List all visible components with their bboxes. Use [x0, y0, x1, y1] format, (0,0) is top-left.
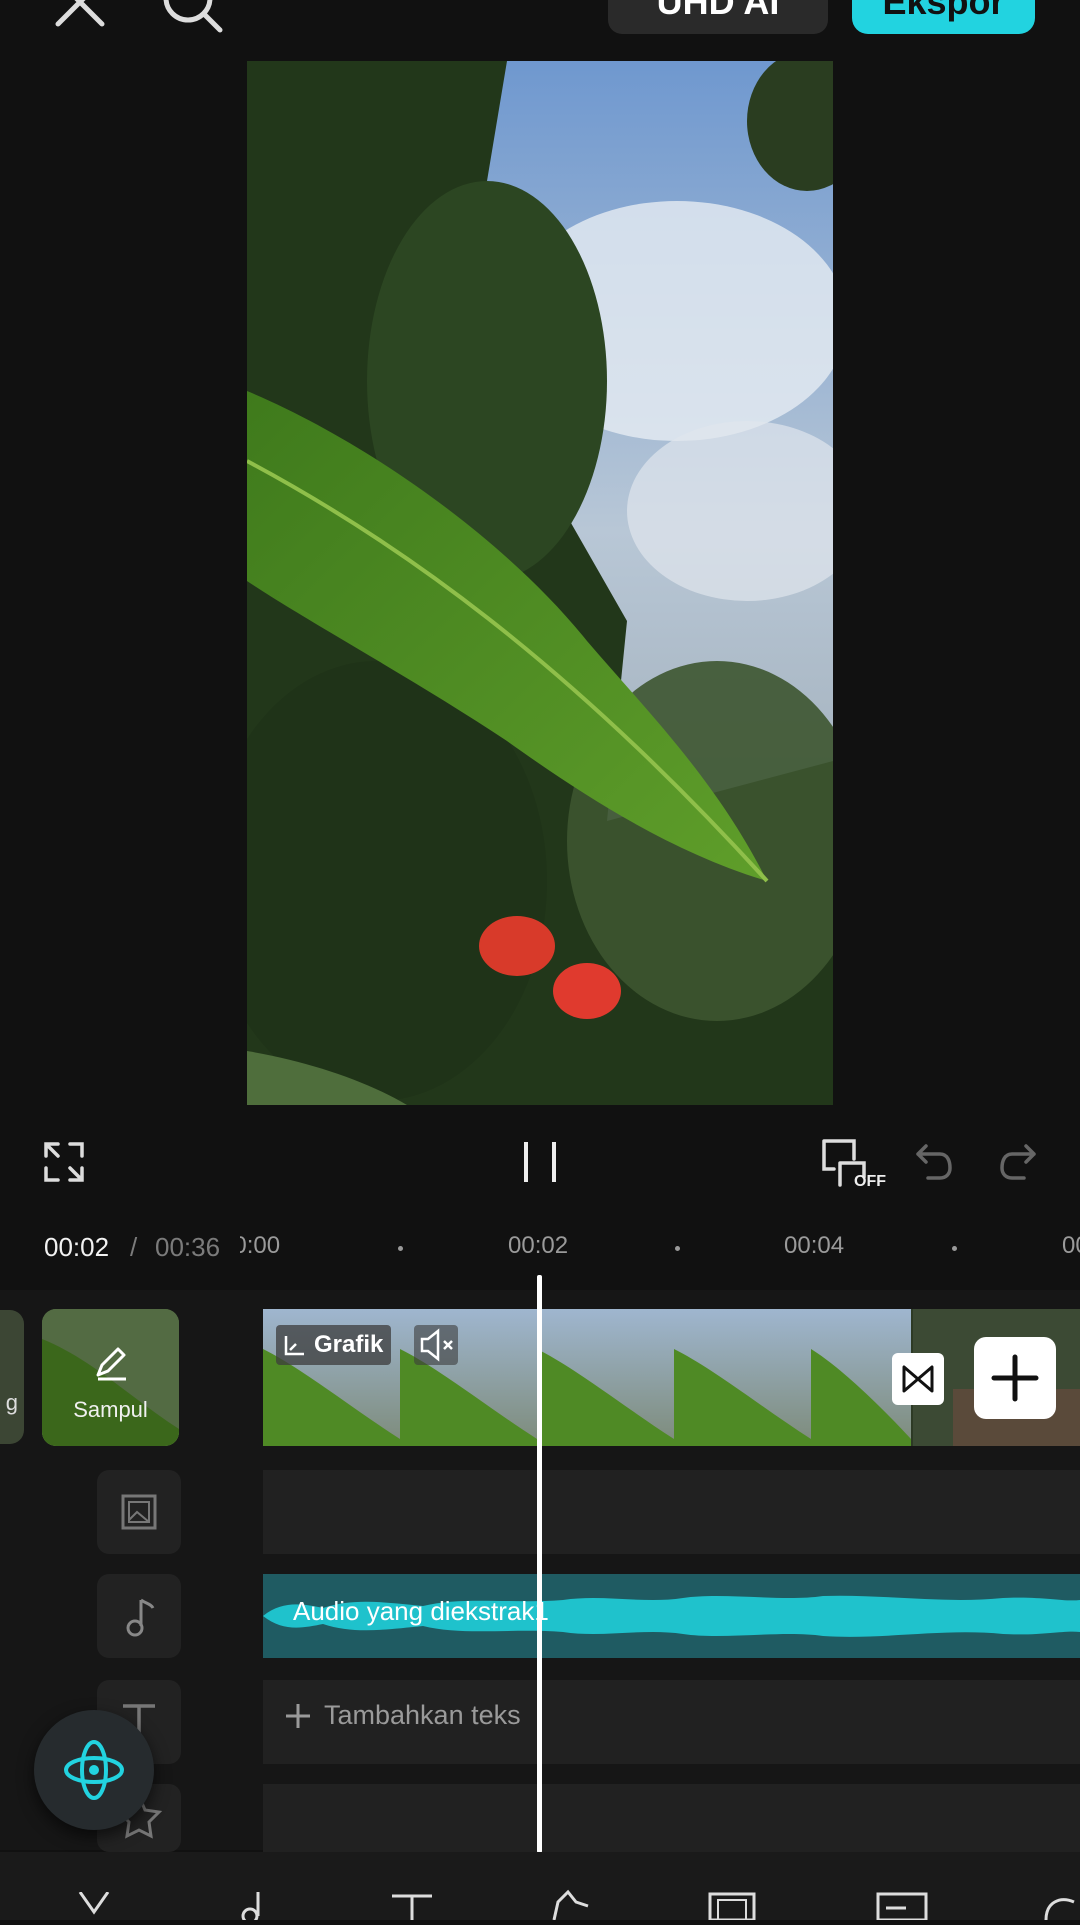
graph-badge[interactable]: Grafik [276, 1325, 392, 1365]
ruler-dot [675, 1246, 680, 1251]
ruler-tick: 00:06 [1062, 1232, 1080, 1259]
pause-icon[interactable] [520, 1140, 560, 1184]
fullscreen-icon[interactable] [44, 1142, 84, 1182]
effects-icon[interactable] [548, 1888, 592, 1921]
add-text-button[interactable]: Tambahkan teks [284, 1700, 521, 1731]
effects-track-lane[interactable] [263, 1784, 1080, 1852]
current-time: 00:02 [44, 1232, 110, 1262]
audio-icon[interactable] [236, 1892, 272, 1925]
playhead[interactable] [537, 1275, 542, 1853]
ruler-tick: 00:04 [784, 1232, 845, 1259]
audio-track-icon[interactable] [97, 1574, 181, 1658]
ruler-tick: 00:00 [240, 1232, 281, 1259]
uhd-ai-button[interactable]: UHD AI [608, 0, 828, 34]
time-separator: / [130, 1232, 138, 1262]
graph-badge-label: Grafik [314, 1331, 384, 1358]
overlay-icon[interactable] [708, 1890, 756, 1922]
ruler-dot [952, 1246, 957, 1251]
bottom-toolbar [0, 1852, 1080, 1925]
total-time: 00:36 [155, 1232, 221, 1262]
graph-icon [284, 1336, 304, 1356]
overlay-track-icon[interactable] [97, 1470, 181, 1554]
ruler-tick: 00:02 [508, 1232, 569, 1259]
snap-toggle-icon[interactable]: OFF [820, 1137, 886, 1193]
close-icon[interactable] [50, 0, 110, 32]
transition-icon[interactable] [892, 1353, 944, 1405]
overlay-track-lane[interactable] [263, 1470, 1080, 1554]
add-clip-button[interactable] [974, 1337, 1056, 1419]
search-icon[interactable] [160, 0, 226, 36]
undo-icon[interactable] [914, 1142, 954, 1182]
video-preview[interactable] [247, 61, 833, 1105]
timeline-ruler[interactable]: 00:00 00:02 00:04 00:06 [240, 1230, 1080, 1270]
previous-clip-label: g [5, 1390, 18, 1415]
edit-pencil-icon [92, 1343, 130, 1381]
captions-icon[interactable] [876, 1890, 928, 1922]
export-button[interactable]: Ekspor [852, 0, 1035, 34]
snap-off-label: OFF [854, 1173, 886, 1190]
plus-icon [286, 1703, 310, 1728]
text-icon[interactable] [390, 1892, 434, 1920]
more-tools-icon[interactable] [1040, 1892, 1080, 1921]
ruler-dot [398, 1246, 403, 1251]
redo-icon[interactable] [998, 1142, 1038, 1182]
previous-clip-thumbnail[interactable]: g [0, 1310, 24, 1444]
audio-clip-label: Audio yang diekstrak1 [293, 1596, 549, 1626]
cover-button[interactable]: Sampul [42, 1309, 179, 1446]
preview-image [247, 61, 833, 1105]
audio-clip[interactable]: Audio yang diekstrak1 [263, 1574, 1080, 1658]
mute-clip-icon[interactable] [414, 1325, 458, 1365]
add-text-label: Tambahkan teks [324, 1700, 521, 1730]
cover-label: Sampul [73, 1397, 148, 1422]
plus-icon [991, 1354, 1039, 1402]
ai-assistant-button[interactable] [34, 1710, 154, 1830]
edit-icon[interactable] [76, 1891, 112, 1920]
ai-sparkle-icon [64, 1740, 124, 1800]
